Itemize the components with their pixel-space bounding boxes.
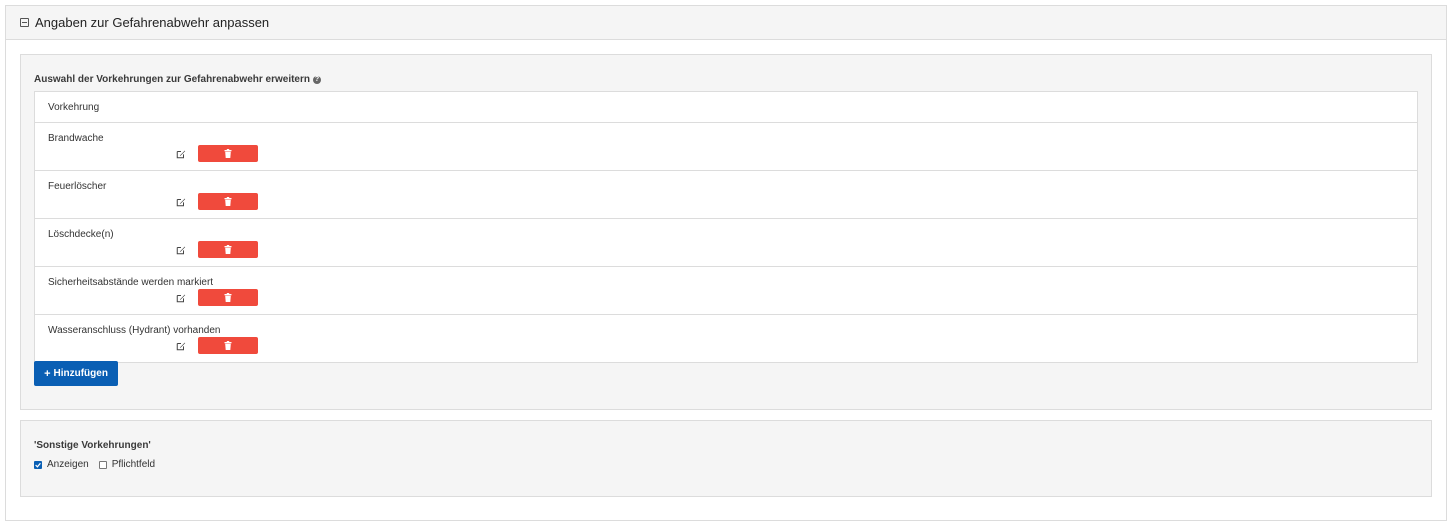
- edit-button[interactable]: [174, 243, 188, 257]
- table-row: Feuerlöscher: [35, 171, 1417, 219]
- delete-button[interactable]: [198, 289, 258, 306]
- trash-icon: [224, 197, 232, 206]
- row-label: Wasseranschluss (Hydrant) vorhanden: [48, 325, 221, 336]
- required-checkbox-option[interactable]: Pflichtfeld: [98, 459, 156, 470]
- gefahrenabwehr-panel: Angaben zur Gefahrenabwehr anpassen Ausw…: [5, 5, 1447, 521]
- row-label: Brandwache: [48, 133, 104, 144]
- other-measures-section: 'Sonstige Vorkehrungen' Anzeigen Pflicht…: [20, 420, 1432, 497]
- edit-button[interactable]: [174, 195, 188, 209]
- table-row: Wasseranschluss (Hydrant) vorhanden: [35, 315, 1417, 362]
- required-checkbox[interactable]: [98, 460, 107, 469]
- measures-table: Vorkehrung Brandwache Feuerlöscher Löschde…: [34, 91, 1418, 363]
- minus-square-icon[interactable]: [20, 18, 29, 27]
- delete-button[interactable]: [198, 241, 258, 258]
- delete-button[interactable]: [198, 193, 258, 210]
- other-measures-label: 'Sonstige Vorkehrungen': [34, 440, 151, 451]
- measures-label: Auswahl der Vorkehrungen zur Gefahrenabw…: [34, 74, 321, 85]
- show-checkbox-label: Anzeigen: [47, 459, 89, 470]
- question-circle-icon[interactable]: ?: [313, 75, 321, 84]
- other-measures-options: Anzeigen Pflichtfeld: [34, 459, 165, 470]
- trash-icon: [224, 245, 232, 254]
- edit-icon: [176, 150, 186, 159]
- delete-button[interactable]: [198, 145, 258, 162]
- edit-icon: [176, 294, 186, 303]
- add-button[interactable]: + Hinzufügen: [34, 361, 118, 386]
- trash-icon: [224, 341, 232, 350]
- trash-icon: [224, 149, 232, 158]
- check-icon: [35, 462, 41, 468]
- table-row: Brandwache: [35, 123, 1417, 171]
- column-header-vorkehrung: Vorkehrung: [35, 92, 1417, 123]
- row-label: Löschdecke(n): [48, 229, 114, 240]
- edit-button[interactable]: [174, 147, 188, 161]
- delete-button[interactable]: [198, 337, 258, 354]
- panel-header[interactable]: Angaben zur Gefahrenabwehr anpassen: [6, 6, 1446, 40]
- row-label: Feuerlöscher: [48, 181, 107, 192]
- measures-section: Auswahl der Vorkehrungen zur Gefahrenabw…: [20, 54, 1432, 410]
- table-row: Sicherheitsabstände werden markiert: [35, 267, 1417, 315]
- show-checkbox[interactable]: [34, 460, 42, 469]
- edit-icon: [176, 246, 186, 255]
- edit-button[interactable]: [174, 291, 188, 305]
- edit-button[interactable]: [174, 339, 188, 353]
- edit-icon: [176, 198, 186, 207]
- show-checkbox-option[interactable]: Anzeigen: [34, 459, 89, 470]
- required-checkbox-label: Pflichtfeld: [111, 459, 156, 470]
- add-button-label: Hinzufügen: [53, 368, 108, 379]
- panel-title: Angaben zur Gefahrenabwehr anpassen: [35, 15, 270, 30]
- trash-icon: [224, 293, 232, 302]
- row-label: Sicherheitsabstände werden markiert: [48, 277, 214, 288]
- table-row: Löschdecke(n): [35, 219, 1417, 267]
- edit-icon: [176, 342, 186, 351]
- plus-icon: +: [44, 367, 51, 380]
